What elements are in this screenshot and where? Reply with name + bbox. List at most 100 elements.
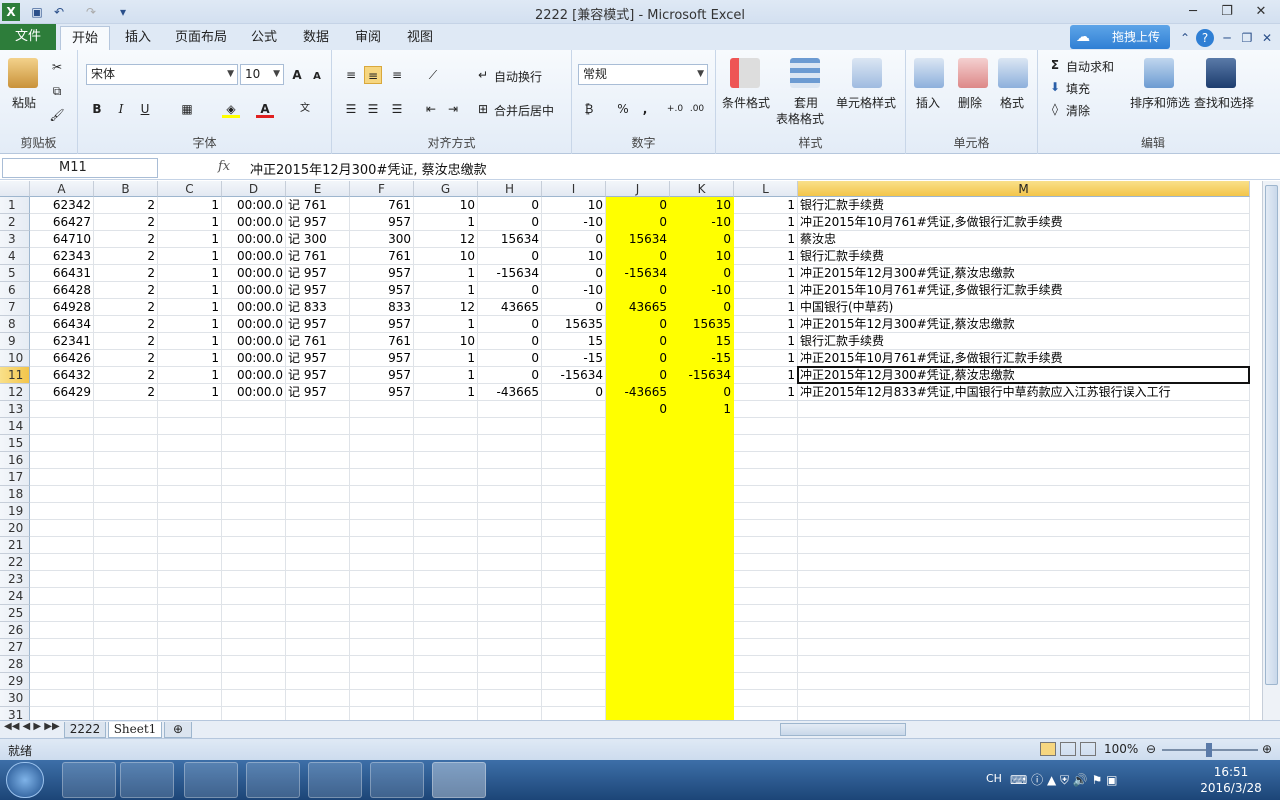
word-taskbar-icon[interactable] xyxy=(370,762,424,798)
cell[interactable] xyxy=(670,452,734,469)
cell[interactable] xyxy=(414,452,478,469)
cell[interactable]: 记 957 xyxy=(286,214,350,231)
cell[interactable]: 43665 xyxy=(478,299,542,316)
cell[interactable] xyxy=(606,503,670,520)
cell[interactable] xyxy=(478,486,542,503)
format-cells-button[interactable]: 格式 xyxy=(1000,94,1024,111)
cell[interactable] xyxy=(414,469,478,486)
cell[interactable]: 15634 xyxy=(606,231,670,248)
cell[interactable]: 2 xyxy=(94,333,158,350)
cell[interactable] xyxy=(478,401,542,418)
cell[interactable]: 0 xyxy=(606,197,670,214)
cell[interactable]: 银行汇款手续费 xyxy=(798,333,1250,350)
qq2-taskbar-icon[interactable] xyxy=(308,762,362,798)
find-select-button[interactable]: 查找和选择 xyxy=(1194,94,1254,111)
cell[interactable]: 1 xyxy=(734,248,798,265)
cell[interactable]: -10 xyxy=(542,282,606,299)
cell[interactable] xyxy=(542,554,606,571)
cell[interactable]: 2 xyxy=(94,350,158,367)
row-header[interactable]: 6 xyxy=(0,282,30,299)
column-header[interactable]: K xyxy=(670,181,734,197)
cell[interactable]: 0 xyxy=(606,333,670,350)
cell[interactable] xyxy=(606,469,670,486)
cell[interactable] xyxy=(542,486,606,503)
cell[interactable] xyxy=(222,605,286,622)
cell[interactable]: 957 xyxy=(350,367,414,384)
page-break-view-icon[interactable] xyxy=(1080,742,1096,756)
cell[interactable]: 2 xyxy=(94,214,158,231)
cell[interactable]: 00:00.0 xyxy=(222,231,286,248)
cell[interactable] xyxy=(414,673,478,690)
ie-taskbar-icon[interactable] xyxy=(62,762,116,798)
insert-cells-icon[interactable] xyxy=(914,58,944,88)
cell[interactable] xyxy=(94,622,158,639)
cell[interactable] xyxy=(350,554,414,571)
cell[interactable] xyxy=(478,520,542,537)
clear-button[interactable]: 清除 xyxy=(1066,102,1090,119)
cell[interactable] xyxy=(94,690,158,707)
cell[interactable]: 0 xyxy=(670,231,734,248)
row-header[interactable]: 31 xyxy=(0,707,30,720)
cell[interactable] xyxy=(30,469,94,486)
cell[interactable]: 0 xyxy=(542,265,606,282)
cell[interactable] xyxy=(606,418,670,435)
row-header[interactable]: 25 xyxy=(0,605,30,622)
cell[interactable] xyxy=(286,503,350,520)
cell[interactable] xyxy=(30,435,94,452)
cell[interactable]: 1 xyxy=(158,197,222,214)
cell[interactable]: 记 957 xyxy=(286,316,350,333)
cell[interactable]: 记 761 xyxy=(286,333,350,350)
cell[interactable]: 1 xyxy=(414,384,478,401)
cell[interactable]: 0 xyxy=(478,350,542,367)
cell[interactable]: 0 xyxy=(542,384,606,401)
cell[interactable] xyxy=(222,622,286,639)
cell[interactable]: 0 xyxy=(478,197,542,214)
cell[interactable] xyxy=(94,571,158,588)
cell[interactable] xyxy=(30,707,94,720)
cell[interactable]: 记 957 xyxy=(286,282,350,299)
minimize-icon[interactable]: ─ xyxy=(1178,2,1208,22)
cell[interactable] xyxy=(798,435,1250,452)
cell[interactable] xyxy=(478,622,542,639)
cell[interactable] xyxy=(670,656,734,673)
cell[interactable] xyxy=(734,639,798,656)
cell[interactable] xyxy=(94,401,158,418)
cell[interactable]: 2 xyxy=(94,231,158,248)
cell[interactable] xyxy=(158,469,222,486)
cell[interactable]: 66427 xyxy=(30,214,94,231)
cell[interactable]: 1 xyxy=(734,350,798,367)
cell[interactable]: 15634 xyxy=(478,231,542,248)
cell[interactable] xyxy=(158,639,222,656)
phonetic-icon[interactable]: 文 xyxy=(296,100,314,118)
cell[interactable] xyxy=(94,452,158,469)
cell[interactable]: -10 xyxy=(670,282,734,299)
cell[interactable] xyxy=(478,571,542,588)
cell[interactable] xyxy=(350,418,414,435)
cell[interactable] xyxy=(286,435,350,452)
cell[interactable]: 1 xyxy=(158,333,222,350)
cell[interactable] xyxy=(734,571,798,588)
cell[interactable]: 1 xyxy=(158,299,222,316)
cell[interactable]: 00:00.0 xyxy=(222,316,286,333)
cell[interactable]: 1 xyxy=(414,350,478,367)
cell[interactable] xyxy=(286,656,350,673)
cell[interactable] xyxy=(542,435,606,452)
formula-input[interactable]: 冲正2015年12月300#凭证, 蔡汝忠缴款 xyxy=(250,159,487,178)
cell[interactable]: 15 xyxy=(670,333,734,350)
cell[interactable] xyxy=(350,469,414,486)
cell[interactable] xyxy=(94,639,158,656)
cell[interactable] xyxy=(350,690,414,707)
cell[interactable]: 1 xyxy=(734,197,798,214)
align-left-icon[interactable]: ☰ xyxy=(342,100,360,118)
cell[interactable] xyxy=(798,605,1250,622)
cell[interactable] xyxy=(158,588,222,605)
cell[interactable]: 0 xyxy=(606,316,670,333)
cell[interactable] xyxy=(94,503,158,520)
cell[interactable]: 957 xyxy=(350,265,414,282)
cell[interactable] xyxy=(542,622,606,639)
conditional-format-button[interactable]: 条件格式 xyxy=(722,94,770,111)
cell[interactable] xyxy=(222,639,286,656)
page-layout-view-icon[interactable] xyxy=(1060,742,1076,756)
cell[interactable]: 833 xyxy=(350,299,414,316)
cell[interactable] xyxy=(542,452,606,469)
